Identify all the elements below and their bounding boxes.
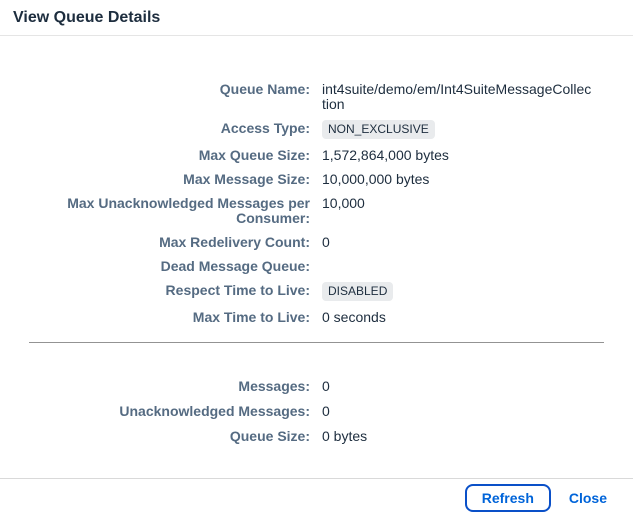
max-queue-size-label: Max Queue Size: xyxy=(12,148,310,163)
dead-message-queue-value xyxy=(322,259,594,274)
dialog-title: View Queue Details xyxy=(13,9,160,27)
queue-name-label: Queue Name: xyxy=(12,82,310,97)
queue-size-label: Queue Size: xyxy=(12,429,310,444)
dialog-header: View Queue Details xyxy=(0,0,633,36)
max-ttl-label: Max Time to Live: xyxy=(12,310,310,325)
access-type-label: Access Type: xyxy=(12,121,310,136)
max-redelivery-count-label: Max Redelivery Count: xyxy=(12,235,310,250)
unacked-messages-value: 0 xyxy=(322,404,594,419)
max-message-size-label: Max Message Size: xyxy=(12,172,310,187)
section-separator xyxy=(29,342,604,343)
max-queue-size-value: 1,572,864,000 bytes xyxy=(322,148,594,163)
unacked-messages-label: Unacknowledged Messages: xyxy=(12,404,310,419)
max-message-size-value: 10,000,000 bytes xyxy=(322,172,594,187)
queue-stats-form: Messages: 0 Unacknowledged Messages: 0 Q… xyxy=(0,379,633,444)
queue-name-value: int4suite/demo/em/Int4SuiteMessageCollec… xyxy=(322,82,594,112)
view-queue-details-dialog: View Queue Details Queue Name: int4suite… xyxy=(0,0,633,517)
access-type-value: NON_EXCLUSIVE xyxy=(322,121,594,139)
queue-size-value: 0 bytes xyxy=(322,429,594,444)
dialog-footer: Refresh Close xyxy=(0,478,633,517)
messages-value: 0 xyxy=(322,379,594,394)
access-type-badge: NON_EXCLUSIVE xyxy=(322,120,435,139)
messages-label: Messages: xyxy=(12,379,310,394)
max-unacked-per-consumer-label: Max Unacknowledged Messages per Consumer… xyxy=(12,196,310,226)
max-redelivery-count-value: 0 xyxy=(322,235,594,250)
max-unacked-per-consumer-value: 10,000 xyxy=(322,196,594,211)
respect-ttl-value: DISABLED xyxy=(322,283,594,301)
max-ttl-value: 0 seconds xyxy=(322,310,594,325)
refresh-button[interactable]: Refresh xyxy=(465,484,551,512)
queue-details-form: Queue Name: int4suite/demo/em/Int4SuiteM… xyxy=(0,36,633,325)
dead-message-queue-label: Dead Message Queue: xyxy=(12,259,310,274)
respect-ttl-label: Respect Time to Live: xyxy=(12,283,310,298)
respect-ttl-badge: DISABLED xyxy=(322,282,393,301)
close-button[interactable]: Close xyxy=(557,486,619,510)
